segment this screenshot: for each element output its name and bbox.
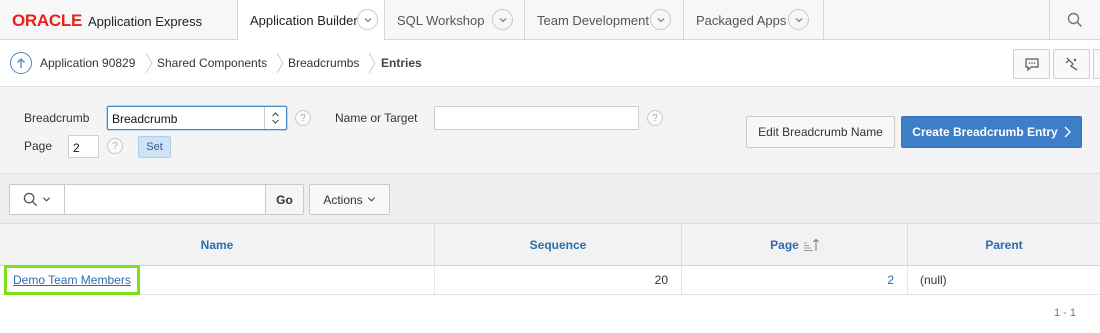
tab-label: SQL Workshop xyxy=(397,12,485,28)
comment-button[interactable] xyxy=(1013,49,1050,79)
search-icon xyxy=(1067,12,1083,28)
logo-product-text: Application Express xyxy=(87,14,203,29)
column-header-label: Page xyxy=(770,238,799,252)
breadcrumb-separator-icon xyxy=(276,52,284,74)
report-footer: 1 - 1 xyxy=(0,295,1100,333)
search-icon xyxy=(23,192,38,207)
developer-tools-icon xyxy=(1065,57,1077,71)
actions-menu-button[interactable]: Actions xyxy=(309,184,390,215)
table-row: Demo Team Members 20 2 (null) xyxy=(0,265,1100,295)
arrow-up-circle-icon[interactable] xyxy=(10,52,32,74)
column-header-label: Parent xyxy=(985,238,1023,252)
breadcrumb-label: Breadcrumb xyxy=(24,111,90,125)
chevron-down-icon xyxy=(42,197,51,202)
cell-sequence: 20 xyxy=(435,266,682,294)
chevron-down-icon xyxy=(367,197,375,202)
pagination-text: 1 - 1 xyxy=(1053,307,1076,319)
breadcrumb: Application 90829 Shared Components Brea… xyxy=(0,40,1100,87)
toolbar-button-partial[interactable] xyxy=(1093,49,1100,79)
breadcrumb-separator-icon xyxy=(368,52,376,74)
create-breadcrumb-entry-button[interactable]: Create Breadcrumb Entry xyxy=(901,116,1082,148)
column-header-page[interactable]: Page xyxy=(682,224,908,266)
edit-breadcrumb-name-button[interactable]: Edit Breadcrumb Name xyxy=(746,116,895,148)
cell-page[interactable]: 2 xyxy=(682,266,908,294)
tab-team-development[interactable]: Team Development xyxy=(524,0,683,40)
set-button[interactable]: Set xyxy=(138,136,171,158)
report-search-input[interactable] xyxy=(66,185,265,214)
table-header-row: Name Sequence Page Parent xyxy=(0,223,1100,266)
breadcrumb-item-shared-components[interactable]: Shared Components xyxy=(157,56,267,70)
cell-name: Demo Team Members xyxy=(0,265,435,295)
tab-packaged-apps[interactable]: Packaged Apps xyxy=(683,0,823,40)
breadcrumb-separator-icon xyxy=(145,52,153,74)
tab-application-builder[interactable]: Application Builder xyxy=(237,0,384,41)
breadcrumb-select-value: Breadcrumb xyxy=(112,112,178,126)
breadcrumb-item-application[interactable]: Application 90829 xyxy=(40,56,135,70)
chevron-right-icon xyxy=(1064,126,1071,138)
chevron-down-icon[interactable] xyxy=(492,9,513,30)
name-target-input[interactable] xyxy=(434,106,639,130)
breadcrumb-item-breadcrumbs[interactable]: Breadcrumbs xyxy=(288,56,359,70)
column-header-sequence[interactable]: Sequence xyxy=(435,224,682,266)
create-button-label: Create Breadcrumb Entry xyxy=(912,125,1058,139)
search-column-menu[interactable] xyxy=(10,185,65,214)
name-target-label: Name or Target xyxy=(335,111,418,125)
top-navigation-bar: ORACLE Application Express Application B… xyxy=(0,0,1100,41)
comment-icon xyxy=(1024,58,1039,72)
tab-label: Packaged Apps xyxy=(696,12,787,28)
demo-team-members-link[interactable]: Demo Team Members xyxy=(4,265,140,295)
tab-label: Application Builder xyxy=(250,13,358,28)
column-header-label: Sequence xyxy=(529,238,587,252)
select-arrows-icon xyxy=(264,107,286,129)
cell-parent: (null) xyxy=(920,273,947,287)
actions-label: Actions xyxy=(323,192,363,207)
go-button[interactable]: Go xyxy=(265,185,303,214)
tab-label: Team Development xyxy=(537,12,649,28)
breadcrumb-item-current: Entries xyxy=(381,56,422,70)
chevron-down-icon[interactable] xyxy=(788,9,809,30)
logo-oracle-text: ORACLE xyxy=(12,11,82,30)
report-search-group: Go xyxy=(9,184,304,215)
search-button[interactable] xyxy=(1049,0,1100,40)
chevron-down-icon[interactable] xyxy=(357,9,378,30)
nav-divider xyxy=(823,0,824,40)
help-icon[interactable]: ? xyxy=(647,110,663,126)
report-toolbar: Go Actions xyxy=(0,173,1100,223)
link-text: Demo Team Members xyxy=(13,273,131,287)
column-header-label: Name xyxy=(200,238,234,252)
developer-tools-button[interactable] xyxy=(1053,49,1090,79)
breadcrumb-select[interactable]: Breadcrumb xyxy=(107,106,287,130)
page-label: Page xyxy=(24,139,53,153)
chevron-down-icon[interactable] xyxy=(650,9,671,30)
column-header-name[interactable]: Name xyxy=(0,224,435,266)
sort-ascending-icon xyxy=(803,238,819,251)
column-header-parent[interactable]: Parent xyxy=(908,224,1100,266)
oracle-apex-logo[interactable]: ORACLE Application Express xyxy=(12,11,203,30)
help-icon[interactable]: ? xyxy=(107,138,123,154)
help-icon[interactable]: ? xyxy=(295,110,311,126)
page-input[interactable]: 2 xyxy=(68,135,99,158)
tab-sql-workshop[interactable]: SQL Workshop xyxy=(384,0,524,40)
